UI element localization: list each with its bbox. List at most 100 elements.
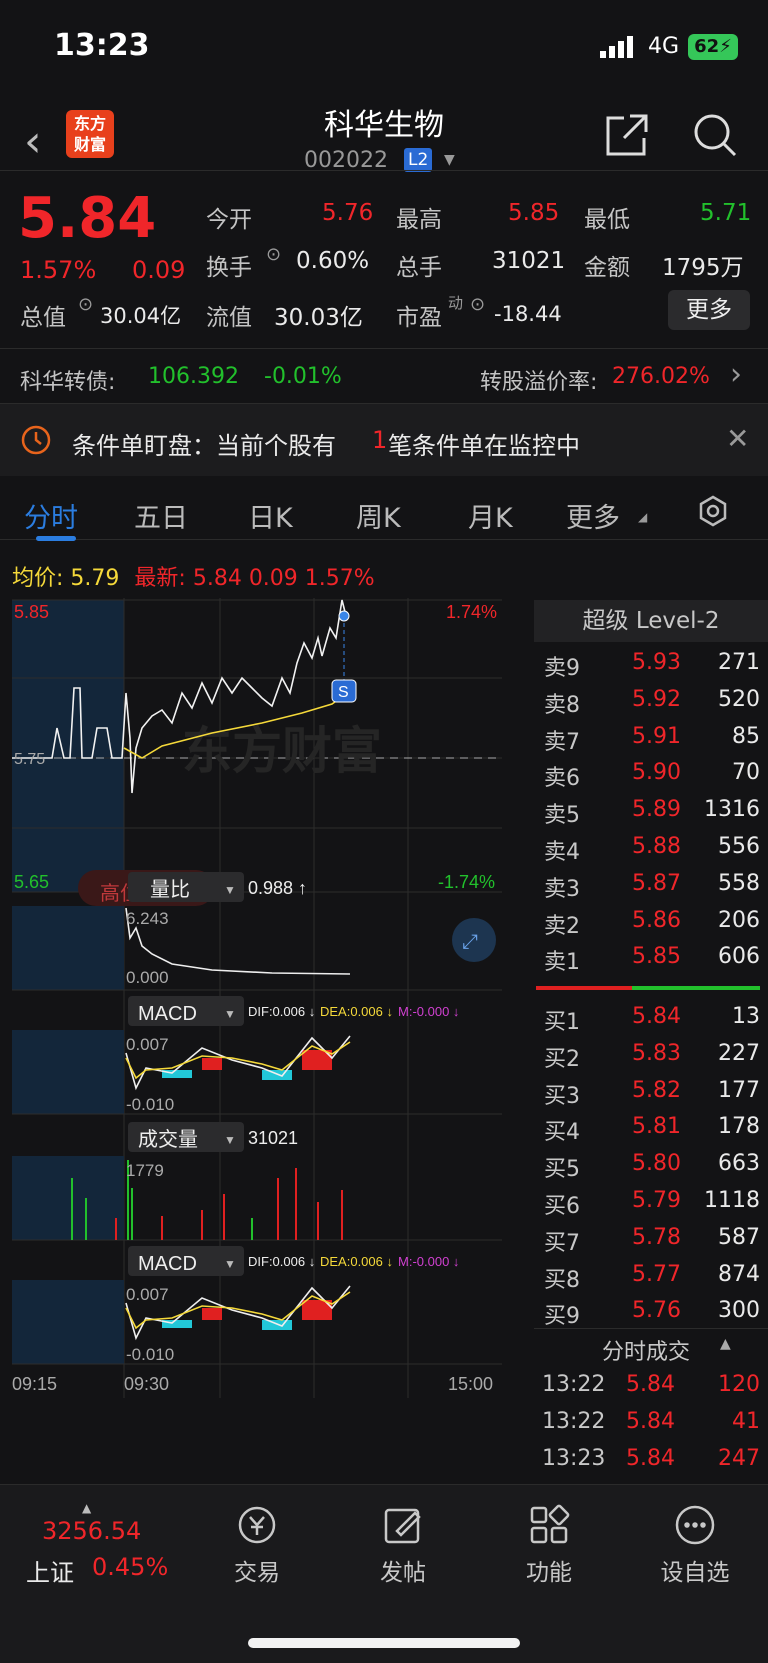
bid-volume: 227 xyxy=(718,1040,760,1066)
battery-icon: 62⚡ xyxy=(688,34,738,60)
bond-label: 科华转债: xyxy=(20,370,116,395)
tab-daily-k[interactable]: 日K xyxy=(248,496,293,535)
share-icon[interactable] xyxy=(604,112,650,158)
ask-row[interactable]: 卖1 5.85 606 xyxy=(534,940,768,976)
stock-name[interactable]: 科华生物 xyxy=(0,100,768,144)
signal-icon xyxy=(600,36,633,58)
macd-min-1: -0.010 xyxy=(126,1095,174,1114)
trade-icon xyxy=(238,1506,276,1544)
bid-row[interactable]: 买2 5.83 227 xyxy=(534,1037,768,1073)
ask-label: 卖3 xyxy=(544,876,580,902)
latest-value: 5.84 xyxy=(192,566,242,591)
nav-post[interactable]: 发帖 xyxy=(348,1503,458,1587)
avg-value: 5.79 xyxy=(70,566,120,591)
macd-bars-1 xyxy=(162,1050,332,1080)
amount-label: 金额 xyxy=(584,255,630,281)
tab-monthly-k[interactable]: 月K xyxy=(468,496,513,535)
nav-functions[interactable]: 功能 xyxy=(494,1503,604,1587)
info-icon[interactable]: ⊙ xyxy=(78,294,93,315)
ratio-max: 6.243 xyxy=(126,909,169,928)
bid-row[interactable]: 买3 5.82 177 xyxy=(534,1074,768,1110)
nav-watchlist[interactable]: 设自选 xyxy=(640,1503,750,1587)
ask-price: 5.90 xyxy=(632,760,681,786)
bid-row[interactable]: 买9 5.76 300 xyxy=(534,1294,768,1330)
bid-label: 买9 xyxy=(544,1304,580,1330)
ask-row[interactable]: 卖2 5.86 206 xyxy=(534,904,768,940)
condition-order-alert[interactable]: 条件单盯盘：当前个股有 1 笔条件单在监控中 ✕ xyxy=(0,404,768,476)
change-amount: 0.09 xyxy=(132,256,186,284)
bid-volume: 13 xyxy=(732,1004,760,1029)
pe-label: 市盈 xyxy=(396,305,442,331)
ask-price: 5.91 xyxy=(632,723,681,749)
ask-volume: 85 xyxy=(732,723,760,749)
ask-row[interactable]: 卖9 5.93 271 xyxy=(534,646,768,682)
tab-five-day[interactable]: 五日 xyxy=(134,496,188,535)
macd-dif-1: DIF:0.006 ↓ xyxy=(248,1004,315,1019)
ask-strength-bar xyxy=(536,986,632,990)
bid-row[interactable]: 买4 5.81 178 xyxy=(534,1110,768,1146)
chevron-down-icon[interactable]: ▼ xyxy=(444,152,455,168)
macd-max-1: 0.007 xyxy=(126,1035,169,1054)
sell-marker-label: S xyxy=(338,684,349,701)
ask-label: 卖4 xyxy=(544,840,580,865)
level2-badge[interactable]: L2 xyxy=(404,148,433,172)
header-divider xyxy=(0,170,768,171)
volume-label: 总手 xyxy=(396,255,442,281)
tab-more[interactable]: 更多 xyxy=(566,496,620,535)
chart-info-line: 均价: 5.79 最新: 5.84 0.09 1.57% xyxy=(12,560,375,592)
turnover-label: 换手 xyxy=(206,255,252,281)
search-icon[interactable] xyxy=(692,112,738,158)
macd-min-2: -0.010 xyxy=(126,1345,174,1364)
tab-intraday[interactable]: 分时 xyxy=(24,496,78,535)
trade-volume: 120 xyxy=(718,1372,760,1397)
ask-row[interactable]: 卖4 5.88 556 xyxy=(534,830,768,866)
ask-volume: 1316 xyxy=(704,797,760,823)
ask-volume: 70 xyxy=(732,760,760,786)
bid-label: 买5 xyxy=(544,1157,580,1183)
index-value[interactable]: 3256.54 xyxy=(42,1517,141,1545)
bid-label: 买1 xyxy=(544,1010,580,1035)
nav-functions-label: 功能 xyxy=(526,1560,572,1586)
macd-m-1: M:-0.000 ↓ xyxy=(398,1004,459,1019)
bid-row[interactable]: 买8 5.77 874 xyxy=(534,1258,768,1294)
info-icon[interactable]: ⊙ xyxy=(266,244,281,265)
more-button[interactable]: 更多 xyxy=(668,290,750,330)
ask-row[interactable]: 卖7 5.91 85 xyxy=(534,720,768,756)
dropdown-icon: ▼ xyxy=(224,1257,236,1271)
tab-weekly-k[interactable]: 周K xyxy=(356,496,401,535)
bid-row[interactable]: 买1 5.84 13 xyxy=(534,1000,768,1036)
ask-row[interactable]: 卖8 5.92 520 xyxy=(534,683,768,719)
ask-price: 5.87 xyxy=(632,870,681,896)
macd-dif-2: DIF:0.006 ↓ xyxy=(248,1254,315,1269)
ask-row[interactable]: 卖6 5.90 70 xyxy=(534,756,768,792)
chevron-up-icon[interactable]: ▲ xyxy=(720,1336,731,1352)
index-name[interactable]: 上证 xyxy=(26,1553,74,1588)
edit-icon xyxy=(384,1508,421,1544)
index-pct[interactable]: 0.45% xyxy=(92,1553,168,1581)
info-icon[interactable]: ⊙ xyxy=(470,294,485,315)
trades-title[interactable]: 分时成交 xyxy=(602,1334,690,1366)
bid-volume: 663 xyxy=(718,1151,760,1177)
trade-row: 13:22 5.84 41 xyxy=(534,1405,768,1441)
settings-icon[interactable] xyxy=(696,494,730,528)
convertible-bond-row[interactable]: 科华转债: 106.392 -0.01% 转股溢价率: 276.02% › xyxy=(0,348,768,404)
ask-row[interactable]: 卖5 5.89 1316 xyxy=(534,793,768,829)
bid-label: 买7 xyxy=(544,1230,580,1256)
index-up-icon: ▲ xyxy=(82,1501,92,1515)
bond-pct: -0.01% xyxy=(264,364,342,389)
latest-pct: 1.57% xyxy=(304,566,375,591)
intraday-chart[interactable]: 东方财富 S 高位以现 5.85 5.75 5.65 1.74% -1.74% … xyxy=(12,598,532,1466)
home-indicator[interactable] xyxy=(248,1638,520,1648)
expand-icon: ⤢ xyxy=(462,931,478,953)
close-icon[interactable]: ✕ xyxy=(726,422,749,455)
nav-trade[interactable]: 交易 xyxy=(202,1503,312,1587)
ask-label: 卖1 xyxy=(544,950,580,976)
level2-title: 超级 Level-2 xyxy=(534,600,768,642)
bid-row[interactable]: 买5 5.80 663 xyxy=(534,1147,768,1183)
ask-row[interactable]: 卖3 5.87 558 xyxy=(534,867,768,903)
bid-row[interactable]: 买7 5.78 587 xyxy=(534,1221,768,1257)
total-cap-value: 30.04亿 xyxy=(100,304,182,328)
bid-row[interactable]: 买6 5.79 1118 xyxy=(534,1184,768,1220)
bid-volume: 300 xyxy=(718,1298,760,1324)
price-top-label: 5.85 xyxy=(14,602,49,622)
